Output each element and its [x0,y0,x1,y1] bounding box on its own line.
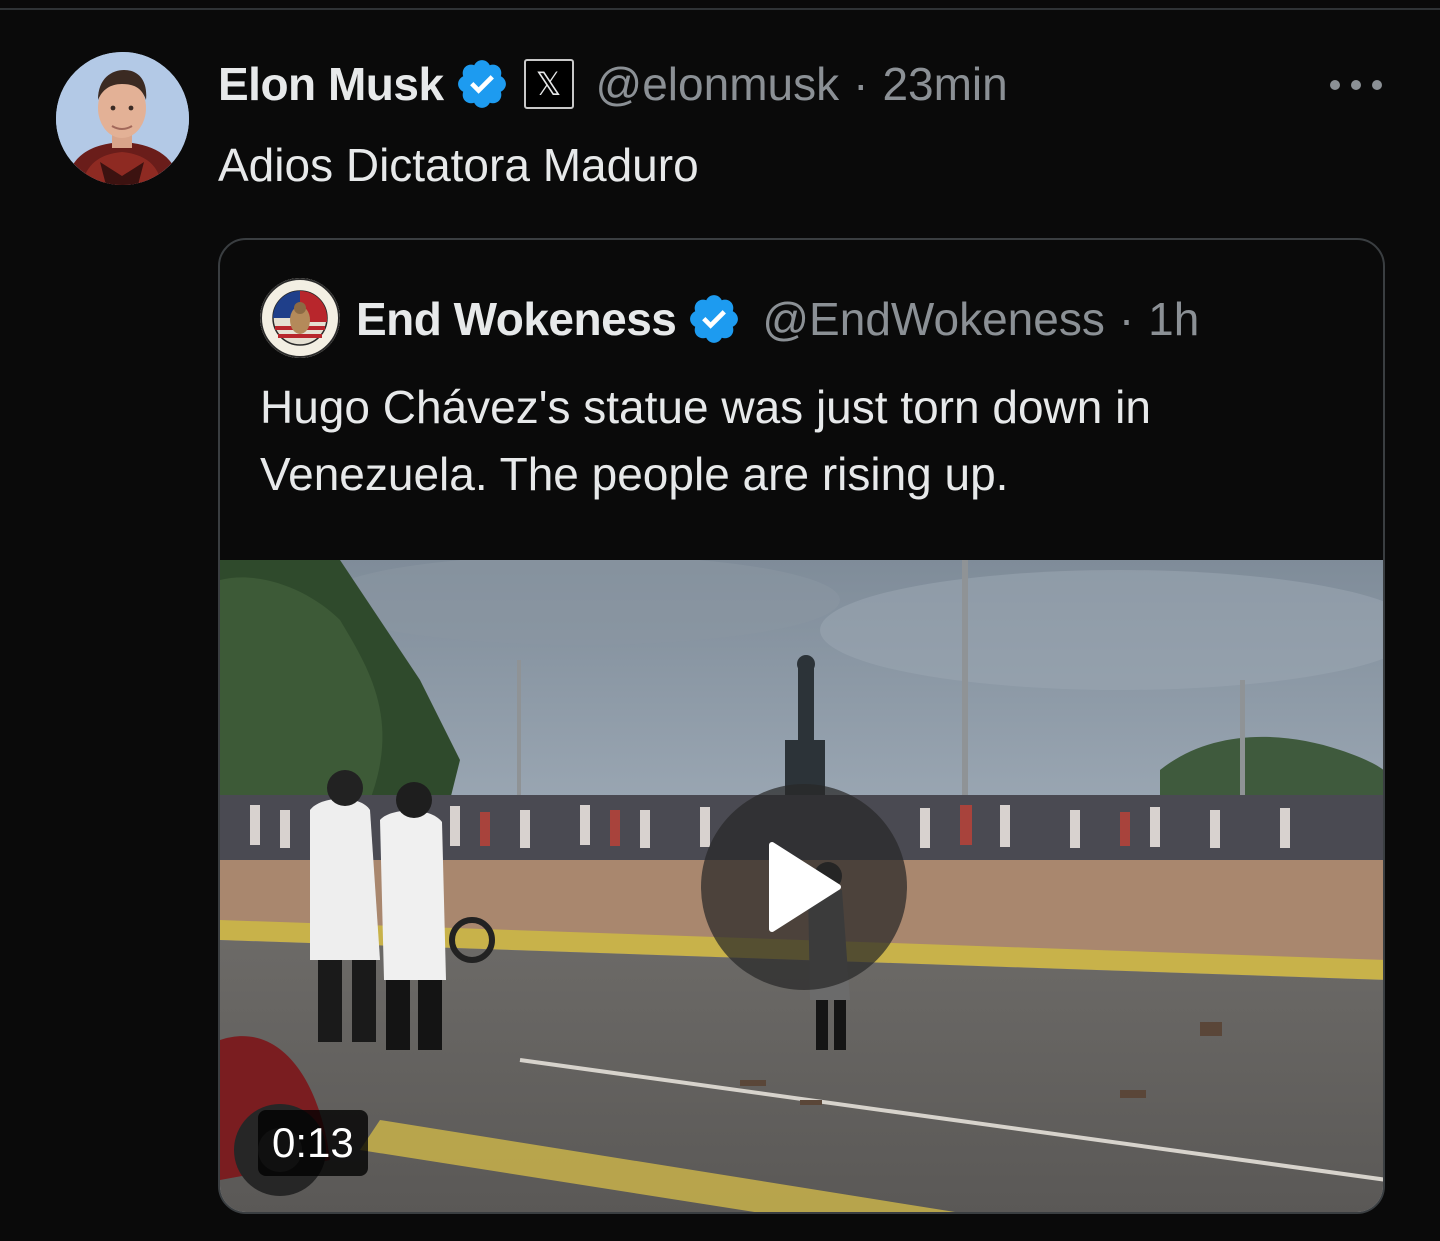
author-avatar[interactable] [56,52,189,185]
author-name[interactable]: Elon Musk [218,57,444,111]
quoted-tweet-text: Hugo Chávez's statue was just torn down … [260,381,1151,500]
more-options-icon[interactable] [1330,73,1382,97]
play-icon [769,842,841,932]
quoted-author-name[interactable]: End Wokeness [356,292,677,346]
quoted-author-avatar[interactable] [260,278,340,358]
header-separator: · [853,58,869,110]
author-handle[interactable]: @elonmusk [596,57,840,111]
more-dot [1372,80,1382,90]
tweet-timestamp[interactable]: 23min [882,57,1007,111]
quoted-tweet[interactable]: End Wokeness @EndWokeness · 1h Hugo Cháv… [218,238,1385,1214]
play-button[interactable] [701,784,907,990]
tweet-header: Elon Musk 𝕏 @elonmusk · 23min [218,54,1008,114]
quoted-header-separator: · [1118,293,1135,345]
verified-badge-icon[interactable] [454,56,510,112]
quoted-tweet-header: End Wokeness @EndWokeness · 1h [356,288,1199,350]
tweet-text: Adios Dictatora Maduro [218,139,699,191]
verified-badge-icon[interactable] [686,291,742,347]
more-dot [1351,80,1361,90]
tweet[interactable]: Elon Musk 𝕏 @elonmusk · 23min Adios Dict… [0,10,1440,1241]
quoted-timestamp[interactable]: 1h [1148,292,1199,346]
video-player[interactable]: 0:13 [220,560,1383,1212]
video-duration: 0:13 [258,1110,368,1176]
quoted-author-handle[interactable]: @EndWokeness [762,292,1104,346]
more-dot [1330,80,1340,90]
x-affiliation-icon[interactable]: 𝕏 [523,59,574,109]
